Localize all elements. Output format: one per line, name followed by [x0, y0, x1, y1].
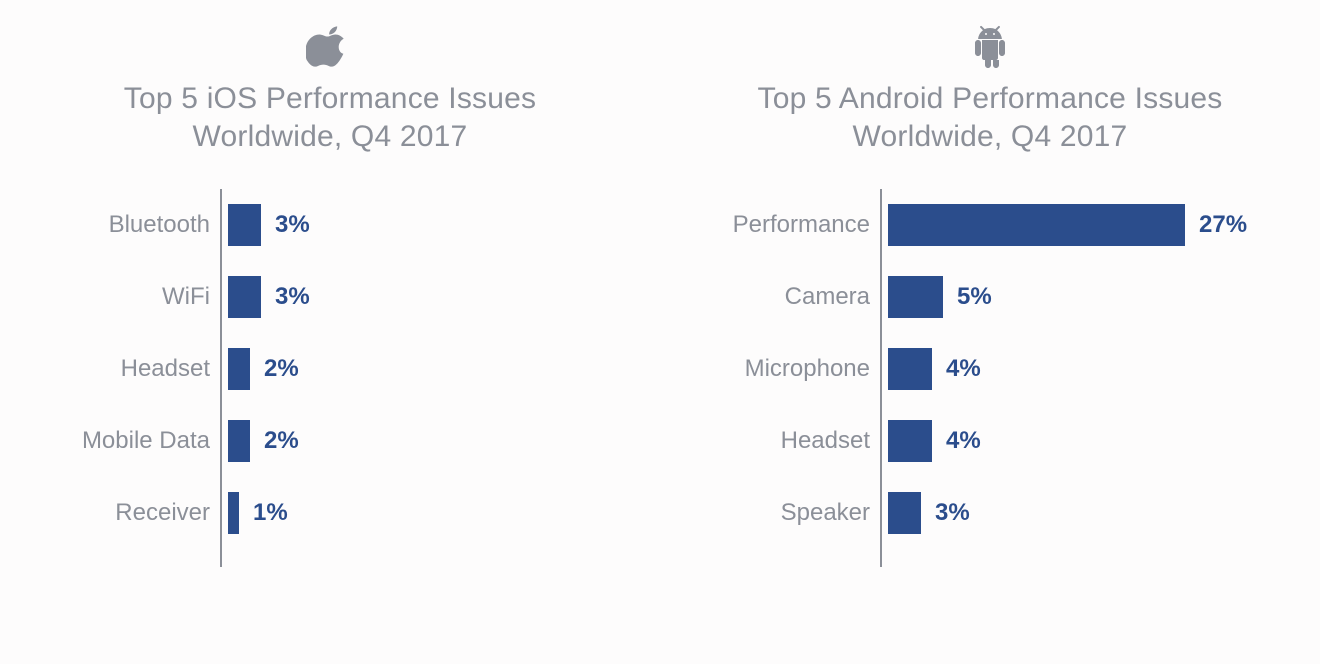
bar — [228, 420, 250, 462]
ios-chart: Bluetooth WiFi Headset Mobile Data Recei… — [30, 189, 630, 567]
bar — [228, 276, 261, 318]
android-panel: Top 5 Android Performance Issues Worldwi… — [690, 16, 1290, 567]
bar — [228, 492, 239, 534]
bar-row: 3% — [222, 189, 630, 261]
category-label: Mobile Data — [82, 427, 210, 455]
bar — [888, 348, 932, 390]
value-label: 27% — [1199, 211, 1247, 239]
category-label: Headset — [121, 355, 210, 383]
ios-panel: Top 5 iOS Performance Issues Worldwide, … — [30, 16, 630, 567]
category-label: Receiver — [115, 499, 210, 527]
bar-row: 27% — [882, 189, 1290, 261]
bar — [228, 204, 261, 246]
title-line: Worldwide, Q4 2017 — [853, 120, 1128, 153]
value-label: 2% — [264, 355, 299, 383]
bar — [888, 420, 932, 462]
value-label: 1% — [253, 499, 288, 527]
value-label: 3% — [275, 211, 310, 239]
bars: 27% 5% 4% 4% 3% — [880, 189, 1290, 567]
category-label: Bluetooth — [109, 211, 210, 239]
bar-row: 1% — [222, 477, 630, 549]
category-label: Camera — [785, 283, 870, 311]
value-label: 5% — [957, 283, 992, 311]
bar — [888, 492, 921, 534]
bar-row: 2% — [222, 333, 630, 405]
bar-row: 3% — [222, 261, 630, 333]
android-icon — [962, 16, 1018, 72]
title-line: Top 5 iOS Performance Issues — [124, 82, 536, 115]
title-line: Worldwide, Q4 2017 — [193, 120, 468, 153]
android-chart: Performance Camera Microphone Headset Sp… — [690, 189, 1290, 567]
category-label: Headset — [781, 427, 870, 455]
category-labels: Performance Camera Microphone Headset Sp… — [690, 189, 880, 567]
bar — [228, 348, 250, 390]
bar-row: 3% — [882, 477, 1290, 549]
bar — [888, 276, 943, 318]
ios-chart-title: Top 5 iOS Performance Issues Worldwide, … — [124, 80, 536, 155]
value-label: 4% — [946, 427, 981, 455]
value-label: 2% — [264, 427, 299, 455]
apple-icon — [302, 16, 358, 72]
category-labels: Bluetooth WiFi Headset Mobile Data Recei… — [30, 189, 220, 567]
bars: 3% 3% 2% 2% 1% — [220, 189, 630, 567]
category-label: Performance — [733, 211, 870, 239]
android-chart-title: Top 5 Android Performance Issues Worldwi… — [758, 80, 1223, 155]
value-label: 4% — [946, 355, 981, 383]
bar — [888, 204, 1185, 246]
value-label: 3% — [275, 283, 310, 311]
bar-row: 5% — [882, 261, 1290, 333]
category-label: Speaker — [781, 499, 870, 527]
title-line: Top 5 Android Performance Issues — [758, 82, 1223, 115]
bar-row: 2% — [222, 405, 630, 477]
value-label: 3% — [935, 499, 970, 527]
category-label: WiFi — [162, 283, 210, 311]
category-label: Microphone — [745, 355, 870, 383]
bar-row: 4% — [882, 333, 1290, 405]
chart-page: Top 5 iOS Performance Issues Worldwide, … — [0, 0, 1320, 567]
bar-row: 4% — [882, 405, 1290, 477]
